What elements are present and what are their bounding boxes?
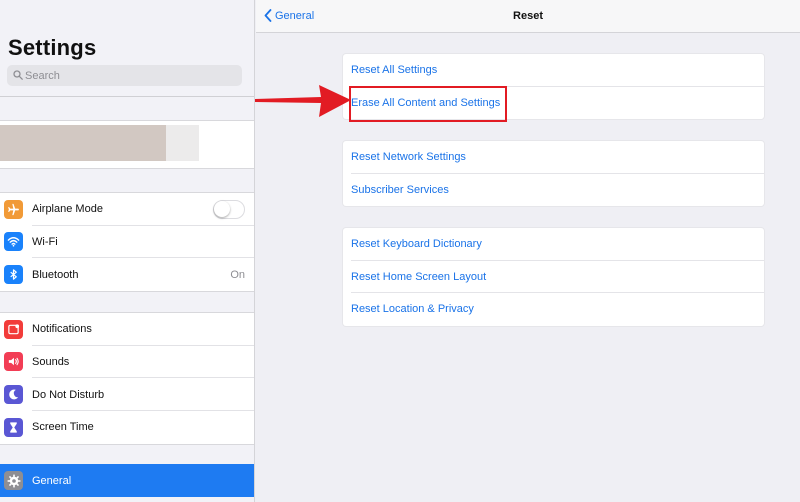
notifications-icon xyxy=(4,319,23,339)
search-icon xyxy=(13,70,23,80)
sidebar-item-label: Sounds xyxy=(32,355,70,368)
sidebar-item-label: Screen Time xyxy=(32,421,94,434)
sidebar-item-notifications[interactable]: Notifications xyxy=(0,313,254,346)
detail-pane: General Reset Reset All Settings Erase A… xyxy=(256,0,800,502)
search-field[interactable] xyxy=(7,65,242,86)
sidebar: Settings Airplane Mode xyxy=(0,0,255,502)
sidebar-title: Settings xyxy=(8,35,97,60)
navigation-bar: General Reset xyxy=(256,0,800,33)
sidebar-item-sounds[interactable]: Sounds xyxy=(0,346,254,379)
item-label: Reset Network Settings xyxy=(351,151,466,164)
item-label: Reset Home Screen Layout xyxy=(351,270,487,283)
reset-home-screen-layout-button[interactable]: Reset Home Screen Layout xyxy=(343,261,764,293)
gear-icon xyxy=(4,471,23,490)
item-label: Reset All Settings xyxy=(351,64,438,77)
airplane-mode-toggle[interactable] xyxy=(213,199,245,219)
airplane-icon xyxy=(4,199,23,219)
sidebar-item-general[interactable]: General xyxy=(0,464,254,497)
bluetooth-icon xyxy=(4,265,23,285)
sidebar-divider xyxy=(0,96,254,97)
sidebar-item-label: Notifications xyxy=(32,323,92,336)
connectivity-group: Airplane Mode Wi-Fi Bluetooth On xyxy=(0,192,254,292)
sidebar-item-do-not-disturb[interactable]: Do Not Disturb xyxy=(0,378,254,411)
profile-redacted-edge xyxy=(166,125,199,161)
reset-keyboard-dictionary-button[interactable]: Reset Keyboard Dictionary xyxy=(343,228,764,261)
reset-location-privacy-button[interactable]: Reset Location & Privacy xyxy=(343,293,764,326)
profile-redacted xyxy=(0,125,166,161)
hourglass-icon xyxy=(4,417,23,437)
sidebar-item-airplane-mode[interactable]: Airplane Mode xyxy=(0,193,254,226)
sidebar-item-label: General xyxy=(32,474,72,487)
reset-network-settings-button[interactable]: Reset Network Settings xyxy=(343,141,764,174)
page-title: Reset xyxy=(513,10,543,22)
reset-all-settings-button[interactable]: Reset All Settings xyxy=(343,54,764,87)
reset-group-2: Reset Network Settings Subscriber Servic… xyxy=(343,141,764,206)
moon-icon xyxy=(4,385,23,405)
item-label: Reset Keyboard Dictionary xyxy=(351,238,482,251)
sounds-icon xyxy=(4,352,23,372)
wifi-icon xyxy=(4,232,23,252)
sidebar-item-label: Bluetooth xyxy=(32,268,79,281)
item-label: Reset Location & Privacy xyxy=(351,303,474,316)
reset-group-3: Reset Keyboard Dictionary Reset Home Scr… xyxy=(343,228,764,326)
toggle-knob xyxy=(214,200,230,217)
subscriber-services-button[interactable]: Subscriber Services xyxy=(343,174,764,207)
sidebar-item-wifi[interactable]: Wi-Fi xyxy=(0,226,254,259)
search-input[interactable] xyxy=(25,67,225,84)
notifications-group: Notifications Sounds Do Not Disturb Scre… xyxy=(0,312,254,445)
bluetooth-status: On xyxy=(230,268,245,281)
sidebar-item-label: Airplane Mode xyxy=(32,203,103,216)
sidebar-item-label: Do Not Disturb xyxy=(32,388,105,401)
item-label: Subscriber Services xyxy=(351,183,449,196)
sidebar-item-bluetooth[interactable]: Bluetooth On xyxy=(0,258,254,291)
annotation-arrow-icon xyxy=(255,85,351,117)
apple-id-profile[interactable] xyxy=(0,120,254,169)
sidebar-item-screen-time[interactable]: Screen Time xyxy=(0,411,254,444)
annotation-highlight-box xyxy=(349,86,507,122)
sidebar-item-label: Wi-Fi xyxy=(32,235,58,248)
